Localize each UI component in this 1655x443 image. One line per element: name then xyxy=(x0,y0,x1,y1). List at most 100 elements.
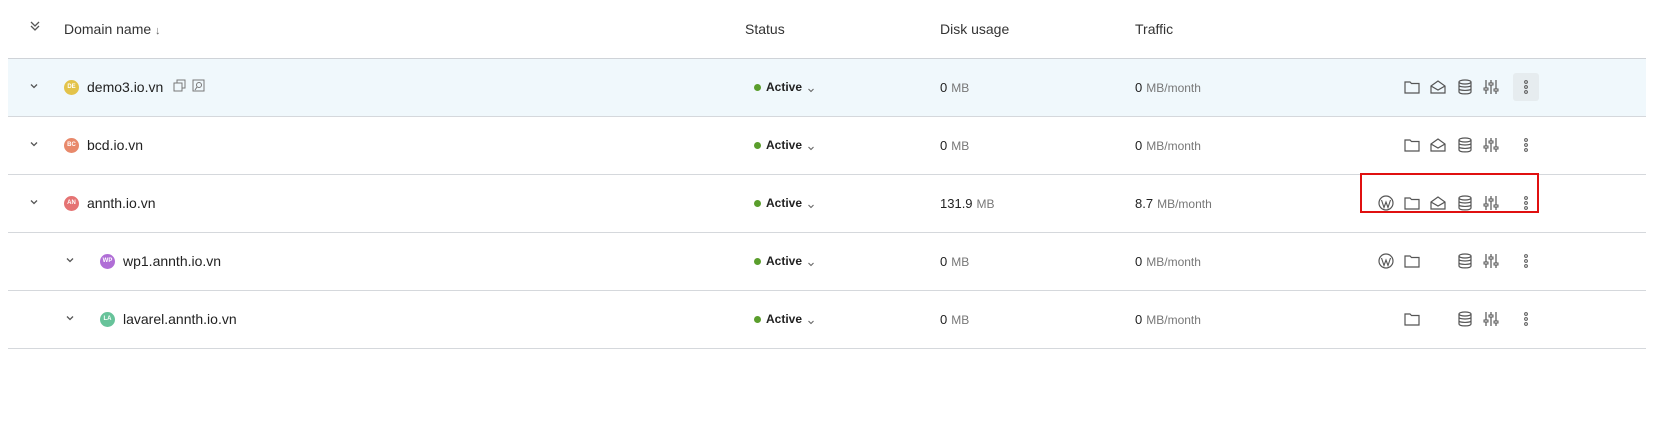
more-options-icon[interactable] xyxy=(1513,73,1539,101)
status-dot xyxy=(754,83,761,91)
disk-unit: MB xyxy=(976,197,995,211)
table-row[interactable]: BC bcd.io.vn Active 0 MB 0 MB/month xyxy=(8,117,1646,175)
domains-table: Domain name ↓ Status Disk usage Traffic … xyxy=(8,0,1646,349)
avatar: BC xyxy=(64,138,79,153)
database-icon[interactable] xyxy=(1455,251,1475,271)
domain-link[interactable]: demo3.io.vn xyxy=(87,79,163,95)
table-row[interactable]: AN annth.io.vn Active 131.9 MB 8.7 MB/mont… xyxy=(8,175,1646,233)
chevron-down-icon[interactable] xyxy=(28,195,42,209)
table-row[interactable]: DE demo3.io.vn Active 0 MB 0 MB/month xyxy=(8,59,1646,117)
column-status[interactable]: Status xyxy=(745,21,785,37)
status-dot xyxy=(754,315,761,323)
traffic-unit: MB/month xyxy=(1146,139,1201,153)
wordpress-icon[interactable] xyxy=(1376,193,1396,213)
database-icon[interactable] xyxy=(1455,309,1475,329)
chevron-down-icon[interactable] xyxy=(64,311,78,325)
more-options-icon[interactable] xyxy=(1513,189,1539,217)
traffic-value: 0 xyxy=(1135,312,1143,327)
database-icon[interactable] xyxy=(1455,193,1475,213)
chevron-down-icon[interactable] xyxy=(28,79,42,93)
preview-icon[interactable] xyxy=(192,79,205,97)
mail-icon[interactable] xyxy=(1428,135,1448,155)
avatar: DE xyxy=(64,80,79,95)
chevron-down-icon xyxy=(807,141,815,151)
database-icon[interactable] xyxy=(1455,135,1475,155)
more-options-icon[interactable] xyxy=(1513,131,1539,159)
disk-value: 0 xyxy=(940,80,948,95)
settings-sliders-icon[interactable] xyxy=(1481,135,1501,155)
mail-icon[interactable] xyxy=(1428,193,1448,213)
disk-value: 0 xyxy=(940,312,948,327)
disk-usage: 0 MB xyxy=(940,254,969,269)
traffic-unit: MB/month xyxy=(1157,197,1212,211)
status-label: Active xyxy=(766,312,803,326)
domain-link[interactable]: wp1.annth.io.vn xyxy=(123,253,221,269)
status-dropdown[interactable]: Active xyxy=(754,138,815,152)
settings-sliders-icon[interactable] xyxy=(1481,251,1501,271)
avatar: LA xyxy=(100,312,115,327)
column-domain-name[interactable]: Domain name ↓ xyxy=(64,21,161,37)
status-dot xyxy=(754,257,761,265)
disk-usage: 0 MB xyxy=(940,312,969,327)
folder-icon[interactable] xyxy=(1402,135,1422,155)
disk-usage: 0 MB xyxy=(940,80,969,95)
status-label: Active xyxy=(766,196,803,210)
chevron-down-icon xyxy=(807,199,815,209)
avatar: WP xyxy=(100,254,115,269)
traffic-usage: 0 MB/month xyxy=(1135,138,1201,153)
more-options-icon[interactable] xyxy=(1513,247,1539,275)
traffic-unit: MB/month xyxy=(1146,81,1201,95)
folder-icon[interactable] xyxy=(1402,77,1422,97)
chevron-down-icon[interactable] xyxy=(64,253,78,267)
table-header: Domain name ↓ Status Disk usage Traffic xyxy=(8,0,1646,59)
column-traffic[interactable]: Traffic xyxy=(1135,21,1173,37)
collapse-all-icon[interactable] xyxy=(28,20,42,34)
domain-link[interactable]: annth.io.vn xyxy=(87,195,156,211)
traffic-value: 0 xyxy=(1135,80,1143,95)
traffic-usage: 0 MB/month xyxy=(1135,80,1201,95)
settings-sliders-icon[interactable] xyxy=(1481,193,1501,213)
traffic-value: 8.7 xyxy=(1135,196,1154,211)
sort-down-arrow-icon[interactable]: ↓ xyxy=(155,25,161,37)
traffic-unit: MB/month xyxy=(1146,255,1201,269)
wordpress-icon[interactable] xyxy=(1376,251,1396,271)
domain-link[interactable]: lavarel.annth.io.vn xyxy=(123,311,237,327)
status-label: Active xyxy=(766,80,803,94)
status-dropdown[interactable]: Active xyxy=(754,196,815,210)
copy-icon[interactable] xyxy=(173,79,186,97)
more-options-icon[interactable] xyxy=(1513,305,1539,333)
traffic-value: 0 xyxy=(1135,138,1143,153)
traffic-usage: 8.7 MB/month xyxy=(1135,196,1212,211)
status-label: Active xyxy=(766,138,803,152)
status-dropdown[interactable]: Active xyxy=(754,80,815,94)
disk-unit: MB xyxy=(951,139,970,153)
folder-icon[interactable] xyxy=(1402,251,1422,271)
traffic-usage: 0 MB/month xyxy=(1135,312,1201,327)
chevron-down-icon xyxy=(807,257,815,267)
domain-link[interactable]: bcd.io.vn xyxy=(87,137,143,153)
disk-unit: MB xyxy=(951,255,970,269)
disk-usage: 131.9 MB xyxy=(940,196,995,211)
traffic-unit: MB/month xyxy=(1146,313,1201,327)
folder-icon[interactable] xyxy=(1402,193,1422,213)
table-row[interactable]: WP wp1.annth.io.vn Active 0 MB 0 MB/month xyxy=(8,233,1646,291)
mail-icon[interactable] xyxy=(1428,77,1448,97)
column-disk-usage[interactable]: Disk usage xyxy=(940,21,1009,37)
avatar: AN xyxy=(64,196,79,211)
folder-icon[interactable] xyxy=(1402,309,1422,329)
disk-unit: MB xyxy=(951,313,970,327)
disk-value: 131.9 xyxy=(940,196,973,211)
status-dropdown[interactable]: Active xyxy=(754,312,815,326)
disk-value: 0 xyxy=(940,254,948,269)
database-icon[interactable] xyxy=(1455,77,1475,97)
domain-name-label: Domain name xyxy=(64,21,152,37)
table-row[interactable]: LA lavarel.annth.io.vn Active 0 MB 0 MB/mo… xyxy=(8,291,1646,349)
chevron-down-icon[interactable] xyxy=(28,137,42,151)
settings-sliders-icon[interactable] xyxy=(1481,309,1501,329)
settings-sliders-icon[interactable] xyxy=(1481,77,1501,97)
disk-unit: MB xyxy=(951,81,970,95)
status-dropdown[interactable]: Active xyxy=(754,254,815,268)
traffic-usage: 0 MB/month xyxy=(1135,254,1201,269)
chevron-down-icon xyxy=(807,315,815,325)
status-dot xyxy=(754,199,761,207)
